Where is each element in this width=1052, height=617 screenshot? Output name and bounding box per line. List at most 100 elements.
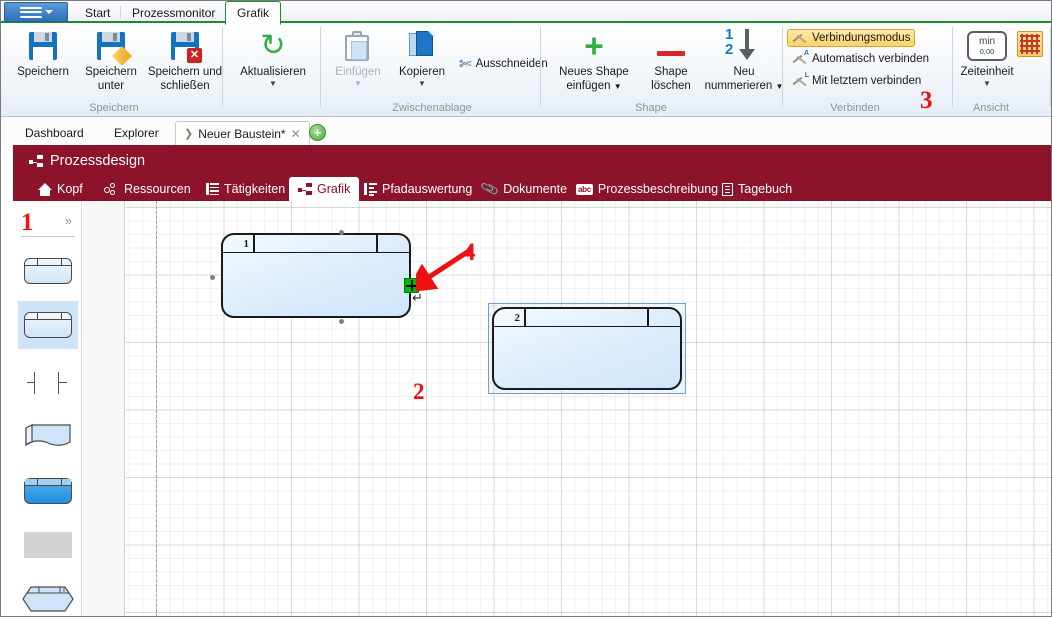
- annotation-marker-2: 2: [413, 379, 425, 404]
- chevron-double-right-icon[interactable]: »: [65, 213, 72, 228]
- ribbon-group-shape: + Neues Shape einfügen ▼ Shape löschen 1…: [543, 23, 783, 117]
- resize-handle-top[interactable]: [339, 230, 344, 235]
- connect-last-button[interactable]: L Mit letztem verbinden: [788, 72, 925, 89]
- document-tab-dashboard[interactable]: Dashboard: [17, 121, 92, 145]
- module-header-bar: Prozessdesign Kopf Ressourcen Tätigkeite…: [13, 145, 1051, 201]
- hamburger-menu-icon: [19, 4, 42, 20]
- copy-button[interactable]: Kopieren ▼: [391, 27, 453, 88]
- ribbon-group-divider: [540, 27, 541, 107]
- design-canvas[interactable]: 1 ↵ 2 2: [126, 201, 1051, 616]
- floppy-disk-icon: [29, 27, 57, 65]
- module-tab-taetigkeiten-label: Tätigkeiten: [224, 182, 286, 196]
- app-menu-button[interactable]: [4, 2, 68, 22]
- module-tab-ressourcen[interactable]: Ressourcen: [95, 177, 200, 201]
- ribbon-group-speichern: Speichern Speichern unter ✕ Speichern un…: [5, 23, 223, 117]
- ribbon-group-ansicht: min 0,00 Zeiteinheit ▼ Ansicht: [955, 23, 1051, 117]
- chevron-down-icon[interactable]: ▼: [614, 82, 622, 91]
- ribbon-group-divider: [782, 27, 783, 107]
- palette-item-shape-filled-blue[interactable]: [18, 467, 78, 515]
- grid-toggle-icon[interactable]: [1017, 31, 1043, 57]
- auto-connect-button[interactable]: A Automatisch verbinden: [788, 50, 933, 67]
- add-tab-button[interactable]: +: [309, 124, 326, 141]
- save-button[interactable]: Speichern: [9, 27, 77, 79]
- module-tab-prozessbeschreibung-label: Prozessbeschreibung: [597, 182, 719, 196]
- ribbon-tab-grafik[interactable]: Grafik: [225, 1, 282, 25]
- module-tab-ressourcen-label: Ressourcen: [124, 182, 191, 196]
- shape-header-divider-2: [647, 309, 649, 327]
- document-tab-neuer-baustein[interactable]: ❯ Neuer Baustein* ✕: [175, 121, 310, 145]
- close-icon[interactable]: ✕: [291, 127, 301, 141]
- ribbon-tab-prozessmonitor[interactable]: Prozessmonitor: [121, 2, 227, 23]
- process-node-icon: [298, 183, 312, 195]
- document-tab-explorer[interactable]: Explorer: [106, 121, 167, 145]
- module-title-label: Prozessdesign: [50, 153, 146, 169]
- save-and-close-button[interactable]: ✕ Speichern und schließen: [145, 27, 225, 93]
- ribbon-tab-start[interactable]: Start: [74, 2, 122, 23]
- paperclip-icon: 📎: [479, 178, 501, 199]
- connection-mode-toggle[interactable]: Verbindungsmodus: [787, 29, 916, 47]
- paste-button[interactable]: Einfügen ▼: [327, 27, 389, 88]
- shape-palette: »: [14, 201, 82, 616]
- connect-last-label: Mit letztem verbinden: [812, 75, 922, 87]
- renumber-button[interactable]: 12 Neu nummerieren ▼: [701, 27, 787, 93]
- connector-thumbnail: [24, 370, 72, 396]
- palette-item-shape-hexagon[interactable]: [18, 575, 78, 616]
- process-node-icon: [29, 155, 43, 167]
- chevron-down-icon[interactable]: ▼: [269, 80, 277, 88]
- refresh-button-label: Aktualisieren: [240, 66, 306, 78]
- document-tab-explorer-label: Explorer: [114, 126, 159, 140]
- chevron-down-icon[interactable]: ▼: [418, 80, 426, 88]
- palette-item-shape-gray-rect[interactable]: [18, 521, 78, 569]
- clipboard-paste-icon: [345, 27, 371, 65]
- palette-item-shape-process-plain[interactable]: [18, 301, 78, 349]
- renumber-label-2: nummerieren ▼: [704, 80, 784, 92]
- resize-handle-bottom[interactable]: [339, 319, 344, 324]
- ribbon-group-zwischenablage: Einfügen ▼ Kopieren ▼ ✄ Ausschneiden Zwi…: [323, 23, 548, 117]
- palette-item-shape-connector-pair[interactable]: [18, 359, 78, 407]
- shape-number-label: 2: [514, 312, 521, 324]
- module-tab-tagebuch[interactable]: Tagebuch: [713, 177, 801, 201]
- resize-handle-left[interactable]: [210, 275, 215, 280]
- chevron-down-icon[interactable]: ❯: [184, 127, 193, 140]
- chevron-down-icon[interactable]: ▼: [354, 80, 362, 88]
- path-analysis-icon: [364, 183, 377, 196]
- module-tab-dokumente[interactable]: 📎 Dokumente: [473, 177, 576, 201]
- shape-node-1[interactable]: 1: [212, 233, 411, 318]
- refresh-button[interactable]: ↻ Aktualisieren ▼: [229, 27, 317, 88]
- plus-green-icon: +: [584, 27, 604, 64]
- delete-shape-button[interactable]: Shape löschen: [643, 27, 699, 93]
- minus-red-icon: [657, 27, 685, 65]
- shape-header-divider-1: [253, 235, 255, 253]
- abc-icon: abc: [576, 183, 593, 195]
- chevron-down-icon[interactable]: ▼: [983, 80, 991, 88]
- ribbon-group-divider: [1050, 27, 1051, 107]
- cut-button[interactable]: ✄ Ausschneiden: [459, 55, 548, 73]
- list-lines-icon: [206, 183, 219, 196]
- module-tab-grafik[interactable]: Grafik: [289, 177, 360, 201]
- connector-auto-icon: A: [792, 50, 809, 66]
- palette-item-shape-process-shadow[interactable]: [18, 247, 78, 295]
- floppy-disk-pencil-icon: [97, 27, 132, 66]
- time-unit-button[interactable]: min 0,00 Zeiteinheit ▼: [955, 27, 1019, 88]
- save-button-label: Speichern: [17, 66, 69, 78]
- save-as-button[interactable]: Speichern unter: [77, 27, 145, 93]
- palette-item-shape-wave-document[interactable]: [18, 413, 78, 461]
- insert-shape-button[interactable]: + Neues Shape einfügen ▼: [547, 27, 641, 93]
- module-tab-kopf[interactable]: Kopf: [29, 177, 92, 201]
- palette-side-panel: [83, 201, 125, 616]
- module-tab-pfadauswertung[interactable]: Pfadauswertung: [355, 177, 481, 201]
- resources-icon: [104, 182, 119, 196]
- module-tab-prozessbeschreibung[interactable]: abc Prozessbeschreibung: [567, 177, 727, 201]
- save-as-button-label-1: Speichern: [85, 66, 137, 78]
- shape-node-2[interactable]: 2: [492, 307, 682, 390]
- delete-shape-label-2: löschen: [651, 80, 691, 92]
- save-as-button-label-2: unter: [97, 80, 125, 92]
- annotation-marker-1: 1: [21, 209, 34, 236]
- document-tab-bar: Dashboard Explorer ❯ Neuer Baustein* ✕ +: [1, 117, 1051, 145]
- module-tab-taetigkeiten[interactable]: Tätigkeiten: [197, 177, 294, 201]
- time-unit-icon-top: min: [978, 35, 996, 47]
- document-tab-neuer-baustein-label: Neuer Baustein*: [198, 126, 286, 141]
- ribbon: Speichern Speichern unter ✕ Speichern un…: [1, 23, 1051, 117]
- floppy-disk-close-icon: ✕: [171, 27, 202, 65]
- ribbon-group-verbinden-label: Verbinden: [830, 102, 880, 114]
